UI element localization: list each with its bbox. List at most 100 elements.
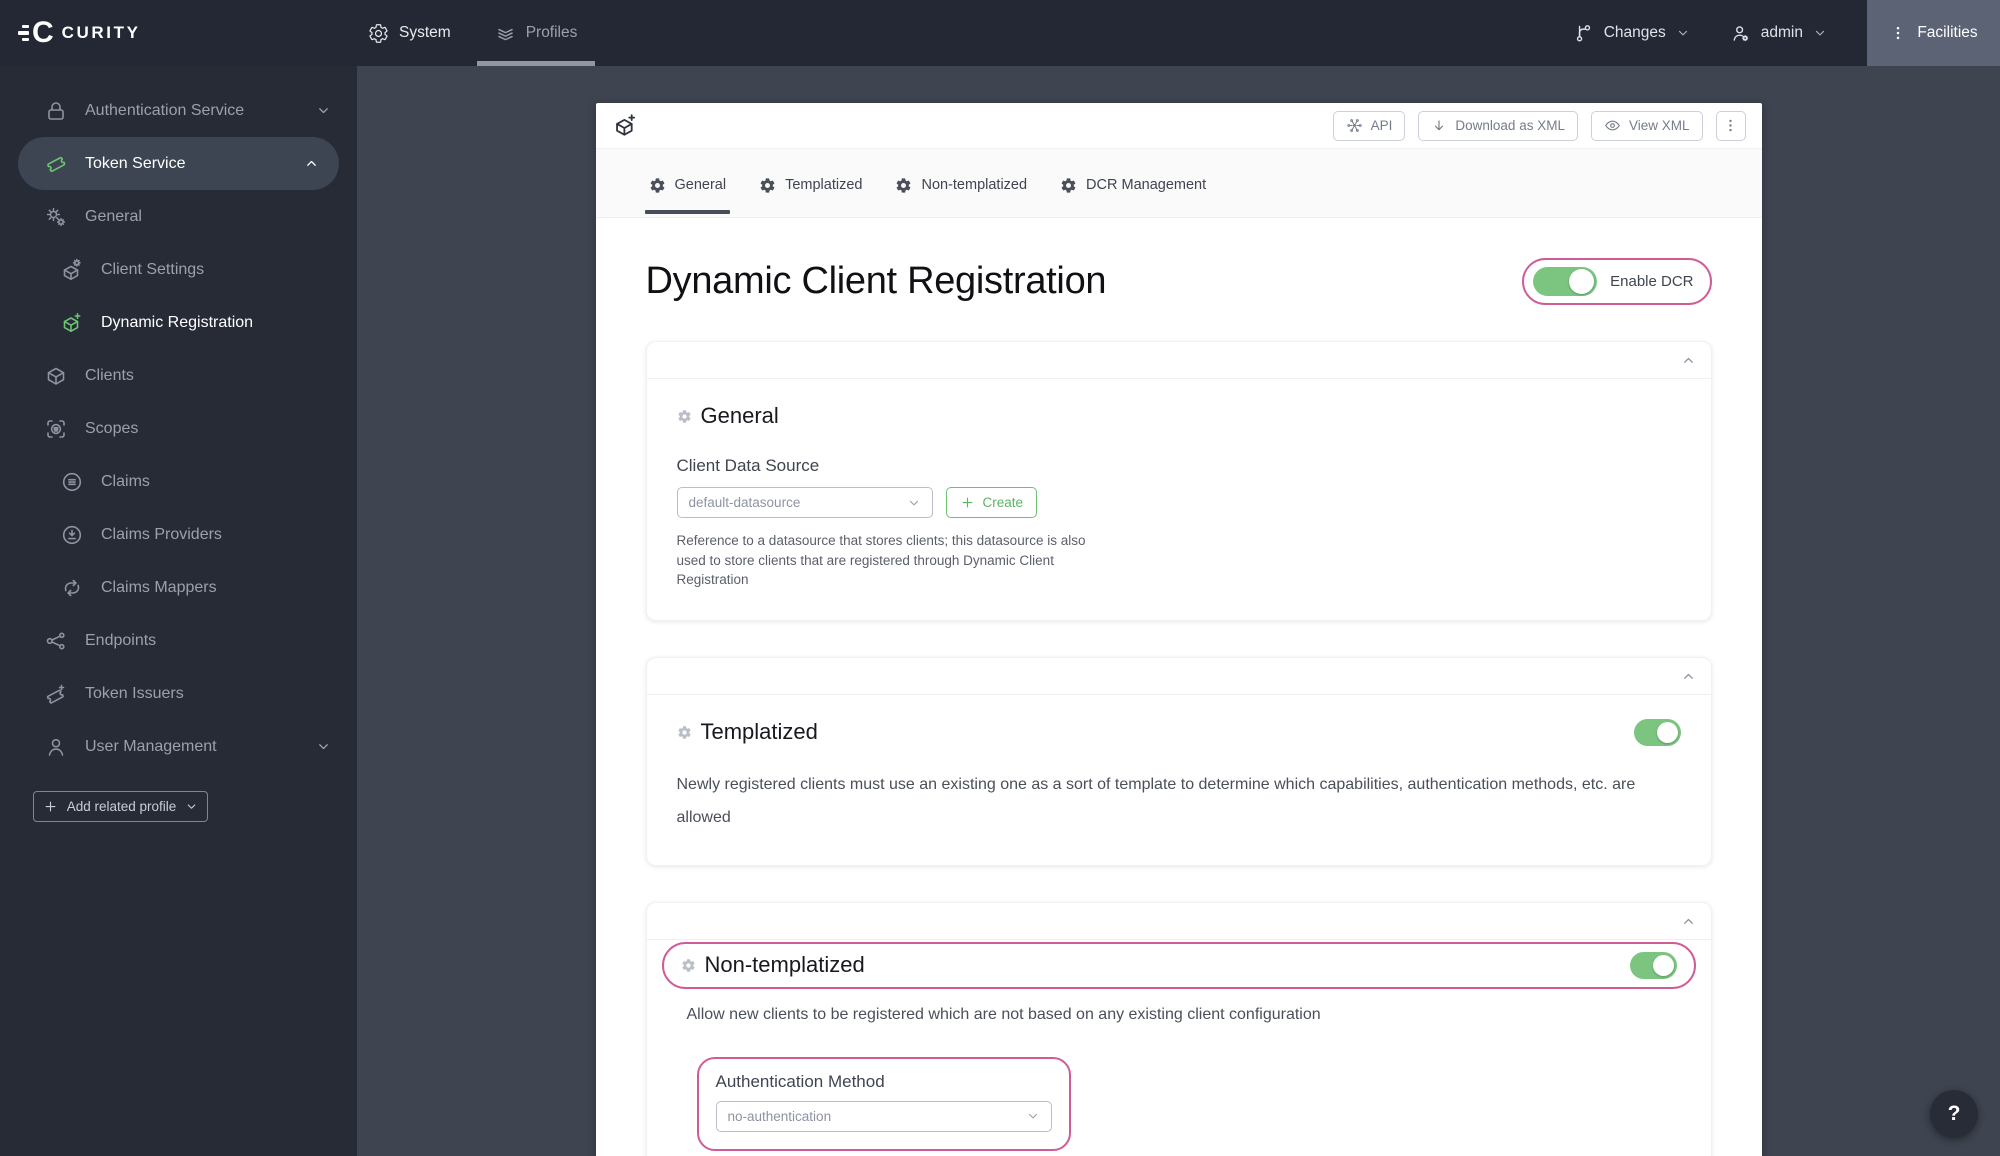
tab-dcr-management-label: DCR Management: [1086, 177, 1207, 193]
hub-icon: [1346, 117, 1363, 134]
user-menu[interactable]: admin: [1730, 23, 1827, 44]
sidebar-item-clients[interactable]: Clients: [0, 349, 357, 402]
brand-text: CURITY: [61, 23, 141, 42]
panel-actions: API Download as XML View XML: [1332, 110, 1746, 141]
page-content: Dynamic Client Registration Enable DCR G…: [596, 258, 1762, 1156]
collapse-chevron-icon[interactable]: [1681, 353, 1696, 368]
page-title: Dynamic Client Registration: [645, 260, 1107, 302]
nav-tab-profiles-label: Profiles: [525, 24, 578, 41]
templatized-toggle[interactable]: [1633, 718, 1681, 746]
sidebar-item-claims-providers[interactable]: Claims Providers: [0, 508, 357, 561]
non-templatized-header-highlighted: Non-templatized: [661, 941, 1696, 989]
tab-non-templatized[interactable]: Non-templatized: [893, 149, 1029, 217]
sidebar-item-claims[interactable]: Claims: [0, 455, 357, 508]
sidebar-item-label: Claims Mappers: [101, 578, 217, 596]
user-gear-icon: [1730, 23, 1751, 44]
sidebar-item-label: Client Settings: [101, 260, 205, 278]
dots-vertical-icon: [1722, 117, 1739, 134]
templatized-card-strip: [646, 658, 1711, 695]
cube-icon: [44, 364, 68, 388]
gears-icon: [44, 205, 68, 229]
add-related-profile-button[interactable]: Add related profile: [33, 791, 208, 822]
chevron-up-icon: [304, 156, 319, 171]
tab-general-label: General: [674, 177, 727, 193]
chevron-down-icon: [316, 739, 331, 754]
sidebar-item-endpoints[interactable]: Endpoints: [0, 614, 357, 667]
collapse-chevron-icon[interactable]: [1681, 914, 1696, 929]
nav-tab-system[interactable]: System: [368, 0, 451, 66]
authentication-method-group-highlighted: Authentication Method no-authentication: [696, 1056, 1071, 1151]
ticket-plus-icon: [44, 682, 68, 706]
tab-dcr-management[interactable]: DCR Management: [1058, 149, 1208, 217]
facilities-button[interactable]: Facilities: [1867, 0, 2000, 66]
sidebar-item-token-issuers[interactable]: Token Issuers: [0, 667, 357, 720]
lock-icon: [44, 99, 68, 123]
sidebar-item-label: Scopes: [85, 419, 139, 437]
client-data-source-select[interactable]: default-datasource: [676, 487, 933, 518]
chevron-down-icon: [1813, 26, 1827, 40]
sidebar-item-general[interactable]: General: [0, 190, 357, 243]
chevron-down-icon: [907, 496, 921, 510]
help-button[interactable]: ?: [1930, 1090, 1978, 1138]
cube-plus-icon: [60, 311, 84, 335]
enable-dcr-toggle[interactable]: [1533, 267, 1598, 296]
title-row: Dynamic Client Registration Enable DCR: [646, 258, 1712, 305]
enable-dcr-control[interactable]: Enable DCR: [1522, 258, 1712, 305]
authentication-method-value: no-authentication: [727, 1108, 832, 1124]
tab-general[interactable]: General: [644, 149, 730, 217]
general-card-strip: [646, 342, 1711, 379]
dcr-tabstrip: General Templatized Non-templatized DCR …: [595, 149, 1762, 218]
non-templatized-card-title: Non-templatized: [704, 952, 865, 978]
more-options-button[interactable]: [1715, 110, 1746, 141]
tab-templatized-label: Templatized: [785, 177, 863, 193]
chevron-down-icon: [1676, 26, 1690, 40]
branch-icon: [1573, 23, 1594, 44]
sidebar-item-client-settings[interactable]: Client Settings: [0, 243, 357, 296]
create-datasource-button[interactable]: Create: [945, 487, 1038, 518]
download-as-xml-label: Download as XML: [1455, 118, 1565, 133]
collapse-chevron-icon[interactable]: [1681, 669, 1696, 684]
client-data-source-value: default-datasource: [688, 495, 801, 510]
logo-c-glyph: C: [32, 16, 54, 49]
tab-non-templatized-label: Non-templatized: [921, 177, 1028, 193]
api-button[interactable]: API: [1332, 110, 1406, 141]
authentication-method-select[interactable]: no-authentication: [715, 1100, 1052, 1132]
templatized-card: Templatized Newly registered clients mus…: [645, 656, 1712, 866]
non-templatized-inner: Allow new clients to be registered which…: [687, 1006, 1668, 1156]
general-card: General Client Data Source default-datas…: [645, 341, 1712, 621]
ticket-icon: [44, 152, 68, 176]
add-related-profile-label: Add related profile: [66, 799, 177, 814]
sidebar-item-token-service[interactable]: Token Service: [18, 137, 339, 190]
sidebar-item-user-management[interactable]: User Management: [0, 720, 357, 773]
plus-icon: [960, 495, 975, 510]
eye-icon: [1604, 117, 1621, 134]
authentication-method-label: Authentication Method: [715, 1071, 885, 1091]
toggle-knob: [1569, 269, 1595, 294]
create-label: Create: [982, 495, 1024, 510]
profile-panel: API Download as XML View XML General Tem…: [595, 103, 1762, 1156]
sidebar-item-label: Authentication Service: [85, 101, 245, 119]
sidebar-item-authentication-service[interactable]: Authentication Service: [0, 84, 357, 137]
sidebar-item-scopes[interactable]: Scopes: [0, 402, 357, 455]
toggle-knob: [1656, 721, 1678, 743]
changes-menu[interactable]: Changes: [1573, 23, 1690, 44]
general-card-header: General: [677, 403, 1681, 429]
gear-icon: [677, 725, 692, 740]
templatized-card-body: Templatized Newly registered clients mus…: [647, 695, 1711, 865]
download-as-xml-button[interactable]: Download as XML: [1418, 110, 1578, 141]
tab-templatized[interactable]: Templatized: [757, 149, 864, 217]
download-icon: [1431, 118, 1447, 134]
nav-tab-profiles[interactable]: Profiles: [476, 0, 595, 66]
sidebar-item-dynamic-registration[interactable]: Dynamic Registration: [0, 296, 357, 349]
view-xml-button[interactable]: View XML: [1590, 110, 1703, 141]
non-templatized-toggle[interactable]: [1629, 951, 1677, 979]
changes-label: Changes: [1603, 24, 1666, 41]
facilities-label: Facilities: [1917, 24, 1978, 41]
general-card-title: General: [700, 403, 779, 428]
sidebar-item-claims-mappers[interactable]: Claims Mappers: [0, 561, 357, 614]
sidebar-item-label: Token Issuers: [85, 684, 184, 702]
gear-icon: [1060, 177, 1077, 194]
chevron-down-icon: [185, 800, 198, 813]
cube-gear-icon: [60, 258, 84, 282]
curity-logo[interactable]: C CURITY: [18, 0, 268, 66]
